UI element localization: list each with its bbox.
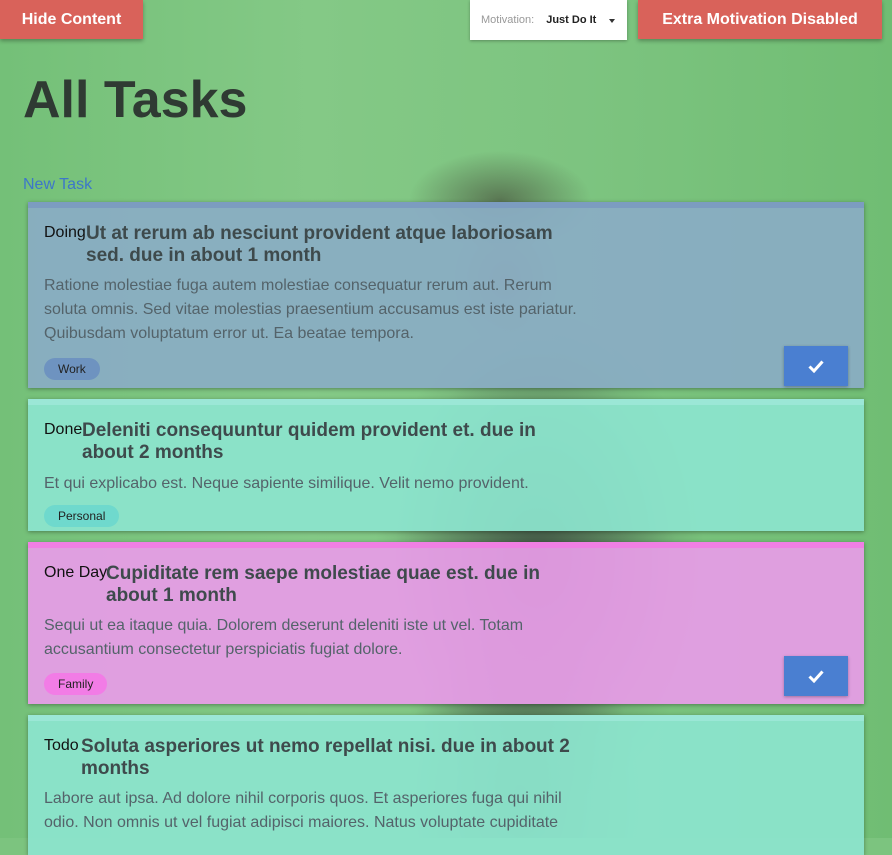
task-status: One Day (44, 564, 108, 581)
task-title[interactable]: Soluta asperiores ut nemo repellat nisi.… (81, 736, 591, 780)
task-status: Doing (44, 224, 86, 241)
task-description: Ratione molestiae fuga autem molestiae c… (44, 277, 577, 342)
check-icon (808, 360, 824, 373)
caret-down-icon (609, 19, 615, 23)
task-description: Labore aut ipsa. Ad dolore nihil corpori… (44, 790, 562, 831)
task-card: One Day Cupiditate rem saepe molestiae q… (28, 542, 864, 704)
task-card: Todo Soluta asperiores ut nemo repellat … (28, 715, 864, 855)
extra-motivation-button[interactable]: Extra Motivation Disabled (638, 0, 882, 39)
new-task-link[interactable]: New Task (23, 176, 92, 194)
complete-button[interactable] (784, 346, 848, 386)
task-tag: Personal (44, 505, 120, 527)
hide-content-button[interactable]: Hide Content (0, 0, 143, 39)
page-title: All Tasks (23, 71, 248, 129)
motivation-select[interactable]: Motivation: Just Do It (470, 0, 627, 40)
task-status: Done (44, 421, 83, 438)
task-status: Todo (44, 737, 79, 754)
task-description: Sequi ut ea itaque quia. Dolorem deserun… (44, 617, 524, 658)
task-title[interactable]: Cupiditate rem saepe molestiae quae est.… (106, 563, 576, 607)
task-card: Done Deleniti consequuntur quidem provid… (28, 399, 864, 531)
task-tag: Work (44, 358, 100, 380)
task-title[interactable]: Ut at rerum ab nesciunt provident atque … (86, 223, 586, 267)
motivation-value: Just Do It (546, 14, 597, 26)
motivation-label: Motivation: (481, 14, 535, 26)
check-icon (808, 670, 824, 683)
task-tag: Family (44, 673, 108, 695)
task-title[interactable]: Deleniti consequuntur quidem provident e… (82, 420, 562, 464)
task-card: Doing Ut at rerum ab nesciunt provident … (28, 202, 864, 388)
task-description: Et qui explicabo est. Neque sapiente sim… (44, 475, 529, 492)
complete-button[interactable] (784, 656, 848, 696)
